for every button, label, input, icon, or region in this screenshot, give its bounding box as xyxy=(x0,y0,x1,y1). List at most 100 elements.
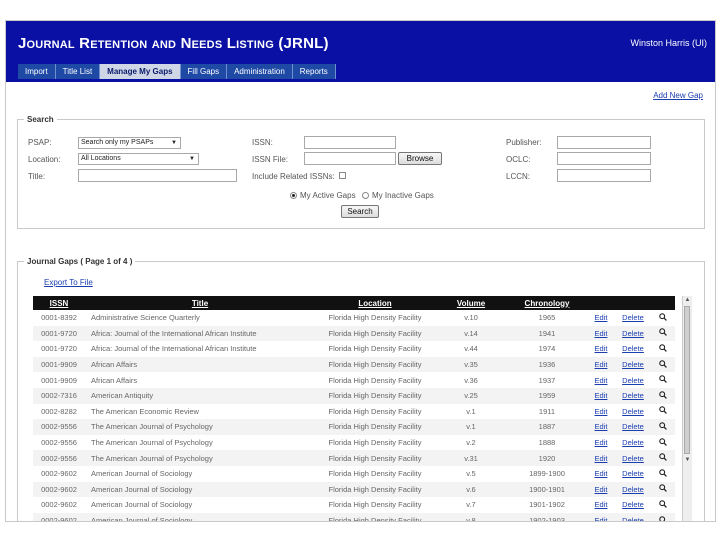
psap-select[interactable]: Search only my PSAPs ▼ xyxy=(78,137,181,149)
delete-link[interactable]: Delete xyxy=(622,329,644,338)
location-cell: Florida High Density Facility xyxy=(328,469,422,479)
magnifier-icon[interactable] xyxy=(651,481,675,498)
table-header-row: ISSN Title Location Volume Chronology xyxy=(33,296,675,310)
include-related-checkbox[interactable] xyxy=(339,172,346,179)
magnifier-icon[interactable] xyxy=(651,341,675,357)
magnifier-icon[interactable] xyxy=(651,419,675,435)
magnifier-icon[interactable] xyxy=(651,450,675,466)
tab-title-list[interactable]: Title List xyxy=(55,64,101,79)
search-button[interactable]: Search xyxy=(341,205,379,218)
tab-administration[interactable]: Administration xyxy=(227,64,293,79)
edit-link[interactable]: Edit xyxy=(595,313,608,322)
tab-import[interactable]: Import xyxy=(18,64,56,79)
volume-cell: v.14 xyxy=(435,325,507,342)
column-header-chronology[interactable]: Chronology xyxy=(507,296,587,310)
table-scrollbar[interactable]: ▲ ▼ xyxy=(682,296,692,521)
issn-cell: 0001-9720 xyxy=(33,325,85,342)
oclc-input[interactable] xyxy=(557,152,651,165)
location-select[interactable]: All Locations ▼ xyxy=(78,153,199,165)
edit-link[interactable]: Edit xyxy=(595,454,608,463)
title-cell: The American Journal of Psychology xyxy=(85,419,315,435)
edit-link[interactable]: Edit xyxy=(595,407,608,416)
current-user[interactable]: Winston Harris (UI) xyxy=(630,38,707,48)
edit-cell: Edit xyxy=(587,512,615,521)
delete-link[interactable]: Delete xyxy=(622,422,644,431)
scroll-down-icon[interactable]: ▼ xyxy=(683,456,692,465)
table-row: 0001-9720 Africa: Journal of the Internat… xyxy=(33,325,675,342)
tab-manage-my-gaps[interactable]: Manage My Gaps xyxy=(100,64,181,79)
delete-link[interactable]: Delete xyxy=(622,313,644,322)
active-gaps-label: My Active Gaps xyxy=(300,191,356,200)
scroll-up-icon[interactable]: ▲ xyxy=(683,296,692,305)
delete-link[interactable]: Delete xyxy=(622,360,644,369)
delete-link[interactable]: Delete xyxy=(622,344,644,353)
delete-link[interactable]: Delete xyxy=(622,454,644,463)
edit-link[interactable]: Edit xyxy=(595,376,608,385)
magnifier-icon[interactable] xyxy=(651,435,675,451)
journal-gaps-rows: 0001-8392 Administrative Science Quarterl… xyxy=(33,310,675,521)
edit-link[interactable]: Edit xyxy=(595,500,608,509)
chronology-cell: 1941 xyxy=(507,325,587,342)
title-cell: American Journal of Sociology xyxy=(85,481,315,498)
issn-cell: 0002-9556 xyxy=(33,450,85,466)
delete-link[interactable]: Delete xyxy=(622,376,644,385)
edit-link[interactable]: Edit xyxy=(595,469,608,478)
edit-link[interactable]: Edit xyxy=(595,485,608,494)
magnifier-icon[interactable] xyxy=(651,387,675,404)
column-header-title[interactable]: Title xyxy=(85,296,315,310)
magnifier-icon[interactable] xyxy=(651,497,675,513)
magnifier-icon[interactable] xyxy=(651,372,675,388)
column-header-volume[interactable]: Volume xyxy=(435,296,507,310)
delete-link[interactable]: Delete xyxy=(622,438,644,447)
edit-link[interactable]: Edit xyxy=(595,438,608,447)
edit-link[interactable]: Edit xyxy=(595,391,608,400)
delete-cell: Delete xyxy=(615,387,651,404)
table-row: 0002-9602 American Journal of Sociology Fl… xyxy=(33,512,675,521)
location-cell: Florida High Density Facility xyxy=(315,387,435,404)
delete-link[interactable]: Delete xyxy=(622,516,644,521)
delete-link[interactable]: Delete xyxy=(622,485,644,494)
edit-link[interactable]: Edit xyxy=(595,344,608,353)
magnifier-icon[interactable] xyxy=(651,512,675,521)
magnifier-icon[interactable] xyxy=(651,325,675,342)
export-to-file-link[interactable]: Export To File xyxy=(44,278,93,287)
magnifier-icon[interactable] xyxy=(651,356,675,373)
publisher-input[interactable] xyxy=(557,136,651,149)
edit-link[interactable]: Edit xyxy=(595,422,608,431)
inactive-gaps-radio[interactable] xyxy=(362,192,369,199)
magnifier-icon[interactable] xyxy=(651,310,675,326)
chronology-cell: 1911 xyxy=(538,406,556,416)
active-gaps-radio[interactable] xyxy=(290,192,297,199)
issn-cell: 0001-9909 xyxy=(33,356,85,373)
location-cell: Florida High Density Facility xyxy=(328,313,422,323)
chevron-down-icon: ▼ xyxy=(171,140,177,146)
magnifier-icon[interactable] xyxy=(651,466,675,482)
delete-link[interactable]: Delete xyxy=(622,500,644,509)
issn-file-input[interactable] xyxy=(304,152,396,165)
delete-link[interactable]: Delete xyxy=(622,469,644,478)
table-row: 0002-7316 American Antiquity Florida High … xyxy=(33,387,675,404)
volume-cell: v.5 xyxy=(466,469,476,479)
lccn-input[interactable] xyxy=(557,169,651,182)
scrollbar-thumb[interactable] xyxy=(684,306,690,454)
title-input[interactable] xyxy=(78,169,237,182)
tab-fill-gaps[interactable]: Fill Gaps xyxy=(180,64,228,79)
title-cell: Africa: Journal of the International Afr… xyxy=(91,344,257,354)
column-header-issn[interactable]: ISSN xyxy=(33,296,85,310)
journal-gaps-legend: Journal Gaps ( Page 1 of 4 ) xyxy=(27,257,133,266)
delete-link[interactable]: Delete xyxy=(622,407,644,416)
magnifier-icon[interactable] xyxy=(651,404,675,420)
tab-reports[interactable]: Reports xyxy=(292,64,336,79)
title-cell: Administrative Science Quarterly xyxy=(91,313,200,323)
edit-link[interactable]: Edit xyxy=(595,360,608,369)
delete-link[interactable]: Delete xyxy=(622,391,644,400)
edit-link[interactable]: Edit xyxy=(595,516,608,521)
table-row: 0001-9720 Africa: Journal of the Internat… xyxy=(33,341,675,357)
issn-input[interactable] xyxy=(304,136,396,149)
edit-link[interactable]: Edit xyxy=(595,329,608,338)
browse-button[interactable]: Browse xyxy=(398,152,442,165)
delete-cell: Delete xyxy=(615,466,651,482)
table-row: 0002-9602 American Journal of Sociology Fl… xyxy=(33,466,675,482)
add-new-gap-link[interactable]: Add New Gap xyxy=(653,91,703,100)
column-header-location[interactable]: Location xyxy=(315,296,435,310)
